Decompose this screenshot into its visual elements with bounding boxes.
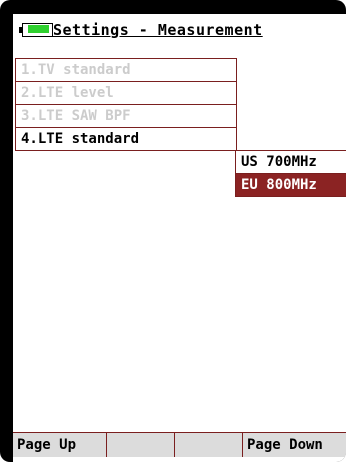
lte-standard-options: US 700MHz EU 800MHz xyxy=(235,150,346,197)
page-up-button[interactable]: Page Up xyxy=(13,433,107,457)
softkey-bar: Page Up Page Down xyxy=(13,432,346,457)
option-us-700mhz[interactable]: US 700MHz xyxy=(235,150,346,174)
menu-item-lte-standard[interactable]: 4.LTE standard xyxy=(16,128,236,150)
device-frame: Settings - Measurement 1.TV standard 2.L… xyxy=(0,0,346,462)
page-title: Settings - Measurement xyxy=(53,21,263,39)
settings-menu: 1.TV standard 2.LTE level 3.LTE SAW BPF … xyxy=(15,58,237,151)
screen: Settings - Measurement 1.TV standard 2.L… xyxy=(13,14,346,462)
page-down-button[interactable]: Page Down xyxy=(243,433,346,457)
battery-icon xyxy=(19,23,53,37)
menu-item-tv-standard[interactable]: 1.TV standard xyxy=(16,59,236,82)
title-bar: Settings - Measurement xyxy=(13,14,346,46)
softkey-2-button[interactable] xyxy=(107,433,175,457)
menu-item-lte-saw-bpf[interactable]: 3.LTE SAW BPF xyxy=(16,105,236,128)
softkey-3-button[interactable] xyxy=(175,433,243,457)
menu-item-lte-level[interactable]: 2.LTE level xyxy=(16,82,236,105)
option-eu-800mhz[interactable]: EU 800MHz xyxy=(235,174,346,197)
